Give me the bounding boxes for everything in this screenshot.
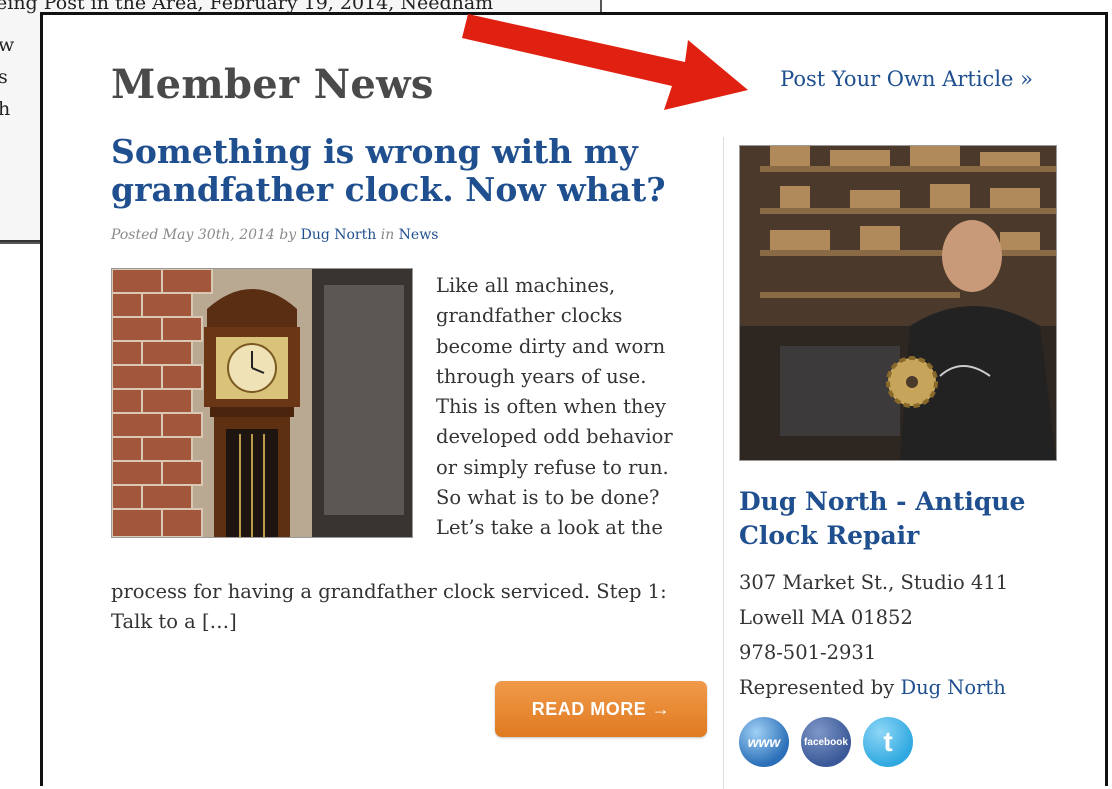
member-address-line-2: Lowell MA 01852	[739, 606, 913, 629]
excerpt-line: through years of use.	[436, 364, 647, 388]
twitter-icon[interactable]: t	[863, 717, 913, 767]
represented-by: Represented by Dug North	[739, 676, 1006, 699]
background-text-line: s	[0, 66, 8, 88]
www-icon-label: www	[747, 734, 781, 750]
read-more-button[interactable]: READ MORE →	[495, 681, 707, 737]
excerpt-line: Let’s take a look at the	[436, 516, 663, 540]
article-meta: Posted May 30th, 2014 by Dug North in Ne…	[111, 227, 438, 243]
excerpt-line: developed odd behavior	[436, 425, 673, 449]
excerpt-line: This is often when they	[436, 395, 667, 419]
represented-label: Represented by	[739, 676, 901, 699]
excerpt-line: become dirty and worn	[436, 334, 666, 358]
member-news-panel: Member News Post Your Own Article » Some…	[40, 12, 1108, 789]
facebook-icon[interactable]: facebook	[801, 717, 851, 767]
meta-posted: Posted May 30th, 2014 by	[111, 227, 301, 243]
article-excerpt-continued: process for having a grandfather clock s…	[111, 577, 711, 638]
section-title: Member News	[111, 61, 434, 108]
twitter-icon-label: t	[883, 726, 893, 757]
representative-link[interactable]: Dug North	[900, 676, 1005, 699]
background-text-line: w	[0, 34, 14, 56]
excerpt-line: process for having a grandfather clock s…	[111, 580, 667, 603]
background-text-line: h	[0, 98, 10, 120]
excerpt-line: or simply refuse to run.	[436, 455, 669, 479]
excerpt-line: grandfather clocks	[436, 304, 623, 328]
grandfather-clock-image[interactable]	[111, 268, 413, 538]
clock-photo-illustration	[112, 269, 412, 537]
background-divider	[0, 240, 40, 242]
member-name-link[interactable]: Dug North - Antique Clock Repair	[739, 485, 1039, 553]
member-phone: 978-501-2931	[739, 641, 877, 664]
member-contact: 307 Market St., Studio 411 Lowell MA 018…	[739, 565, 1008, 670]
column-divider	[723, 137, 724, 789]
meta-in: in	[376, 227, 399, 243]
www-icon[interactable]: www	[739, 717, 789, 767]
post-your-own-article-link[interactable]: Post Your Own Article »	[780, 67, 1033, 91]
author-link[interactable]: Dug North	[301, 227, 377, 243]
member-address-line-1: 307 Market St., Studio 411	[739, 571, 1009, 594]
excerpt-line: Like all machines,	[436, 274, 616, 297]
excerpt-line: So what is to be done?	[436, 486, 660, 510]
workshop-photo-illustration	[740, 146, 1056, 460]
member-photo[interactable]	[739, 145, 1057, 461]
article-excerpt: Like all machines, grandfather clocks be…	[436, 271, 726, 544]
annotation-arrow-icon	[462, 14, 748, 110]
category-link[interactable]: News	[399, 227, 439, 243]
excerpt-line: Talk to a […]	[111, 610, 237, 634]
article-title[interactable]: Something is wrong with my grandfather c…	[111, 133, 671, 209]
facebook-icon-label: facebook	[804, 736, 848, 748]
